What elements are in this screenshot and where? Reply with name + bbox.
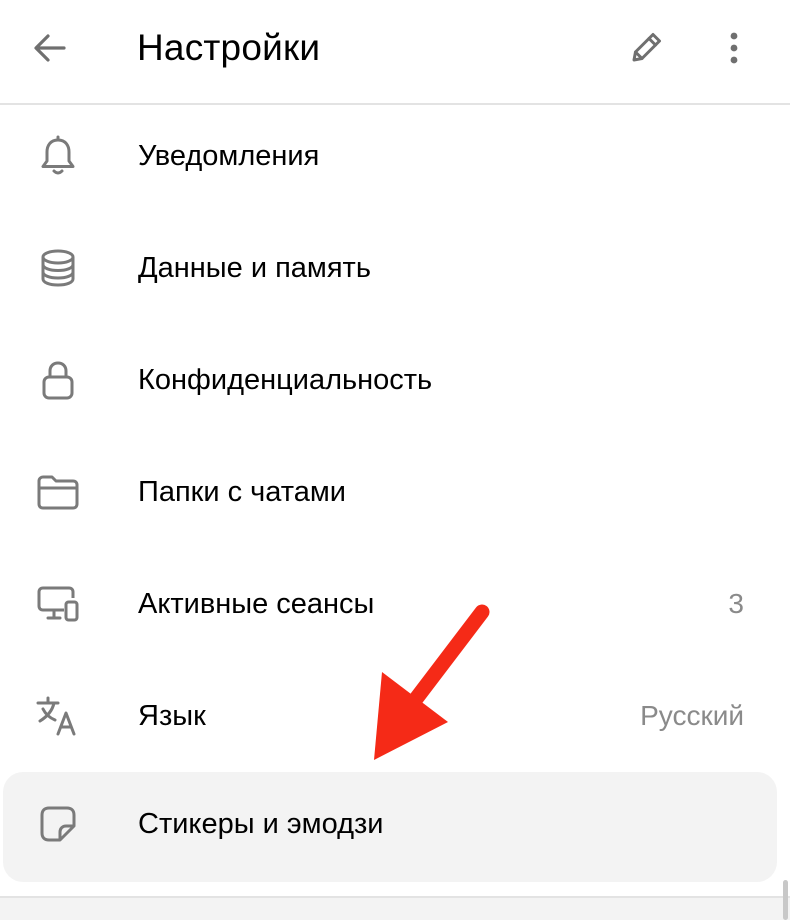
section-divider [0, 896, 790, 920]
settings-item-label: Активные сеансы [138, 588, 375, 620]
top-app-bar: Настройки [0, 0, 790, 105]
edit-button[interactable] [618, 20, 674, 76]
arrow-left-icon [34, 34, 66, 62]
pencil-icon [632, 33, 661, 62]
settings-page: Настройки Уведомления Данные и память Ко… [0, 0, 790, 920]
more-vertical-icon [730, 32, 738, 64]
settings-item-label: Конфиденциальность [138, 364, 433, 396]
devices-icon [32, 578, 84, 630]
settings-item-notifications[interactable]: Уведомления [0, 100, 790, 212]
settings-item-label: Язык [138, 700, 206, 732]
lock-icon [32, 354, 84, 406]
scrollbar-thumb[interactable] [783, 880, 788, 920]
translate-icon [32, 690, 84, 742]
sticker-icon [32, 798, 84, 850]
settings-item-value: 3 [728, 588, 744, 619]
database-icon [32, 242, 84, 294]
settings-item-label: Стикеры и эмодзи [138, 808, 384, 840]
settings-item-stickers-emoji[interactable]: Стикеры и эмодзи [0, 768, 790, 882]
folder-icon [32, 466, 84, 518]
selected-highlight [3, 772, 777, 882]
settings-item-value: Русский [640, 700, 744, 731]
settings-item-label: Данные и память [138, 252, 371, 284]
more-button[interactable] [706, 20, 762, 76]
page-title: Настройки [137, 27, 321, 68]
settings-item-privacy[interactable]: Конфиденциальность [0, 324, 790, 436]
settings-item-data-storage[interactable]: Данные и память [0, 212, 790, 324]
bell-icon [32, 130, 84, 182]
settings-item-chat-folders[interactable]: Папки с чатами [0, 436, 790, 548]
back-button[interactable] [22, 20, 78, 76]
settings-item-active-sessions[interactable]: Активные сеансы 3 [0, 548, 790, 660]
settings-item-label: Папки с чатами [138, 476, 346, 508]
settings-item-language[interactable]: Язык Русский [0, 660, 790, 772]
settings-item-label: Уведомления [138, 140, 320, 172]
